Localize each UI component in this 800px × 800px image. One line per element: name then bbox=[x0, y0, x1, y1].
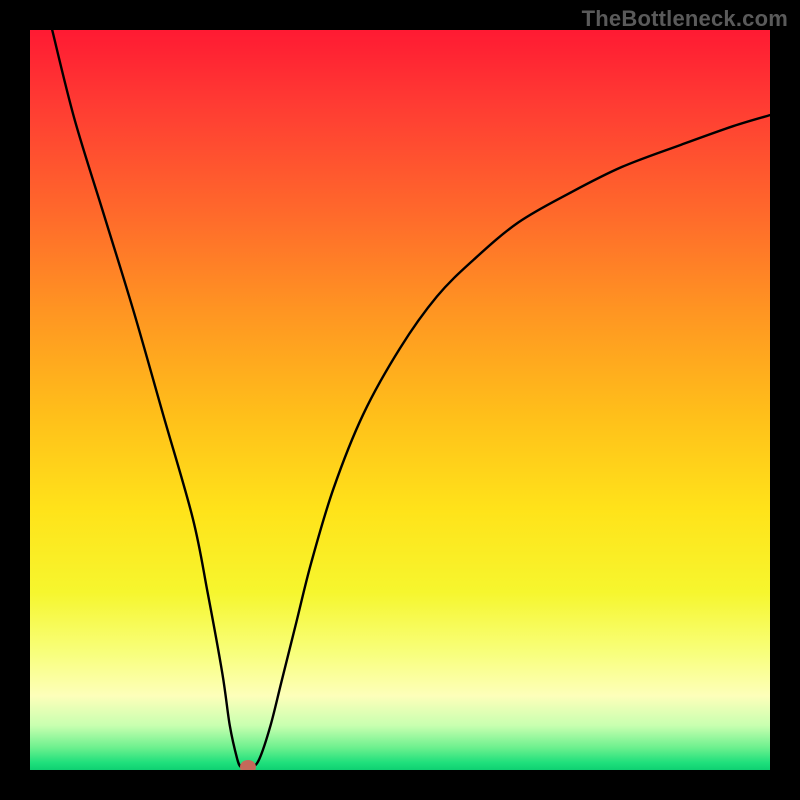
chart-frame: TheBottleneck.com bbox=[0, 0, 800, 800]
min-point-marker bbox=[240, 760, 256, 770]
plot-area bbox=[30, 30, 770, 770]
bottleneck-curve bbox=[52, 30, 770, 768]
curve-svg bbox=[30, 30, 770, 770]
watermark-text: TheBottleneck.com bbox=[582, 6, 788, 32]
